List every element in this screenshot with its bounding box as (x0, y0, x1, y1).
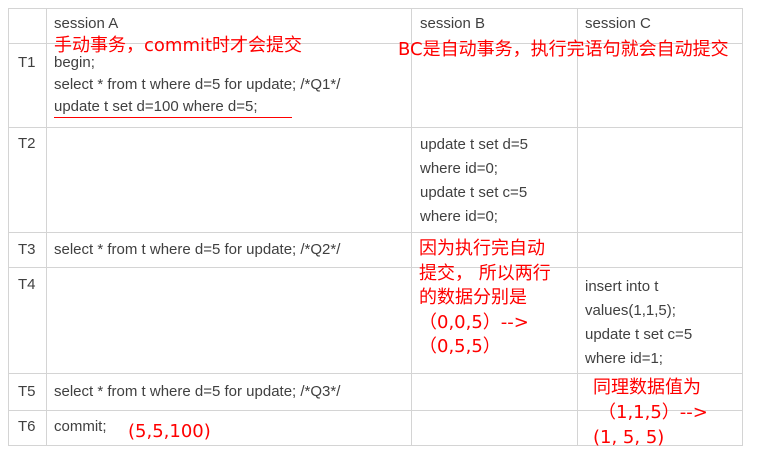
sql-line: where id=0; (420, 160, 498, 177)
time-label-t1: T1 (18, 54, 36, 71)
column-divider (46, 8, 47, 446)
note-line: （0,0,5）--> (419, 311, 529, 333)
sql-line: values(1,1,5); (585, 302, 676, 319)
note-line: （1,1,5）--> (598, 402, 708, 423)
sql-line: select * from t where d=5 for update; /*… (54, 76, 341, 93)
bc-annotation: BC是自动事务，执行完语句就会自动提交 (398, 39, 729, 60)
t4-session-c-cell: insert into t values(1,1,5); update t se… (585, 275, 692, 371)
table-border-left (8, 8, 9, 446)
session-c-annotation: 同理数据值为 （1,1,5）--> (1, 5, 5) (593, 375, 708, 450)
time-label-t6: T6 (18, 418, 36, 435)
sql-line: where id=0; (420, 208, 498, 225)
t5-session-a-cell: select * from t where d=5 for update; /*… (54, 383, 341, 400)
time-label-t3: T3 (18, 241, 36, 258)
session-a-annotation: 手动事务，commit时才会提交 (54, 35, 303, 56)
note-line: （0,5,5） (419, 336, 501, 357)
note-line: (1, 5, 5) (593, 427, 665, 448)
t2-session-b-cell: update t set d=5 where id=0; update t se… (420, 133, 528, 229)
note-line: 的数据分别是 (419, 287, 527, 308)
t3-session-a-cell: select * from t where d=5 for update; /*… (54, 241, 341, 258)
session-b-annotation: 因为执行完自动 提交， 所以两行 的数据分别是 （0,0,5）--> （0,5,… (419, 237, 551, 360)
table-border-right (742, 8, 743, 446)
column-divider (577, 8, 578, 446)
row-divider (8, 267, 742, 268)
row-divider (8, 373, 742, 374)
note-line: 同理数据值为 (593, 377, 701, 398)
sql-line: update t set d=5 (420, 136, 529, 153)
note-line: 因为执行完自动 (419, 238, 545, 259)
header-session-a: session A (54, 15, 119, 32)
sql-line: update t set d=100 where d=5; (54, 98, 258, 115)
header-session-c: session C (585, 15, 651, 32)
sql-line: insert into t (585, 278, 659, 295)
column-divider (411, 8, 412, 446)
row-divider (8, 232, 742, 233)
t6-session-a-cell: commit; (54, 418, 107, 435)
red-underline (54, 117, 292, 118)
t1-session-a-cell: begin; select * from t where d=5 for upd… (54, 52, 340, 118)
time-label-t4: T4 (18, 276, 36, 293)
header-session-b: session B (420, 15, 486, 32)
sql-line: update t set c=5 (420, 184, 528, 201)
time-label-t5: T5 (18, 383, 36, 400)
sql-line: update t set c=5 (585, 326, 693, 343)
row-divider (8, 127, 742, 128)
time-label-t2: T2 (18, 135, 36, 152)
commit-annotation: (5,5,100) (128, 421, 211, 442)
note-line: 提交， 所以两行 (419, 262, 551, 284)
table-border-top (8, 8, 742, 9)
sql-line: where id=1; (585, 350, 663, 367)
